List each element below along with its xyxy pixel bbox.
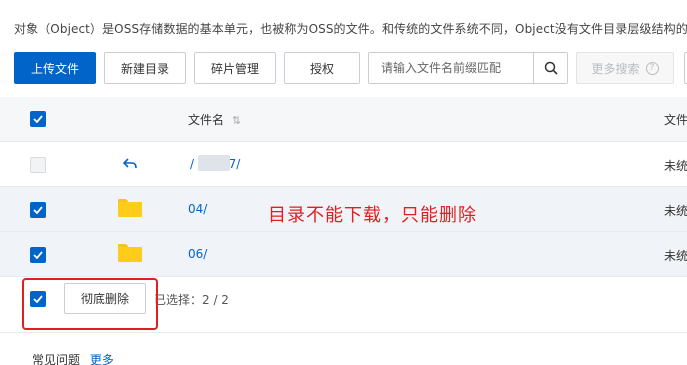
search-box <box>368 52 568 84</box>
highlight-box <box>22 278 158 330</box>
filename-column-header[interactable]: 文件名 ⇅ <box>188 111 241 128</box>
intro-text: 对象（Object）是OSS存储数据的基本单元，也被称为OSS的文件。和传统的文… <box>14 22 687 36</box>
table-row: 06/ 未统 <box>0 232 687 277</box>
sort-icon[interactable]: ⇅ <box>232 114 241 127</box>
row-size-cell: 未统 <box>664 204 687 218</box>
new-directory-button[interactable]: 新建目录 <box>104 52 186 84</box>
faq-section: 常见问题 更多 <box>32 351 114 365</box>
more-search-button[interactable]: 更多搜索 ? <box>576 52 674 84</box>
folder-icon <box>118 244 142 262</box>
annotation-text: 目录不能下载，只能删除 <box>268 205 477 226</box>
row-checkbox[interactable] <box>30 247 46 263</box>
faq-more-link[interactable]: 更多 <box>90 353 114 365</box>
row-size-cell: 未统 <box>664 159 687 173</box>
check-icon <box>33 251 43 259</box>
toolbar: 上传文件 新建目录 碎片管理 授权 更多搜索 ? <box>0 52 687 84</box>
more-search-label: 更多搜索 <box>591 61 640 76</box>
authorize-button[interactable]: 授权 <box>284 52 360 84</box>
folder-name-link[interactable]: 04/ <box>188 202 207 216</box>
help-icon: ? <box>645 61 659 75</box>
check-icon <box>33 206 43 214</box>
row-size-cell: 未统 <box>664 249 687 263</box>
table-header: 文件名 ⇅ 文件 <box>0 97 687 142</box>
back-arrow-icon[interactable] <box>123 158 137 170</box>
row-checkbox[interactable] <box>30 157 46 173</box>
selected-count: 已选择：2 / 2 <box>154 293 229 307</box>
search-input[interactable] <box>369 53 535 83</box>
column-header-right: 文件 <box>664 113 687 127</box>
fragment-management-button[interactable]: 碎片管理 <box>194 52 276 84</box>
check-icon <box>33 115 43 123</box>
redacted-path-segment <box>198 155 230 171</box>
search-icon <box>544 61 558 75</box>
select-all-checkbox[interactable] <box>30 111 46 127</box>
filename-header-label: 文件名 <box>188 113 225 127</box>
row-checkbox[interactable] <box>30 202 46 218</box>
table-row: / / 2017/ 未统 <box>0 142 687 187</box>
upload-file-button[interactable]: 上传文件 <box>14 52 96 84</box>
folder-icon <box>118 199 142 217</box>
faq-title: 常见问题 <box>32 353 81 365</box>
search-button[interactable] <box>533 53 567 83</box>
folder-name-link[interactable]: 06/ <box>188 247 207 261</box>
